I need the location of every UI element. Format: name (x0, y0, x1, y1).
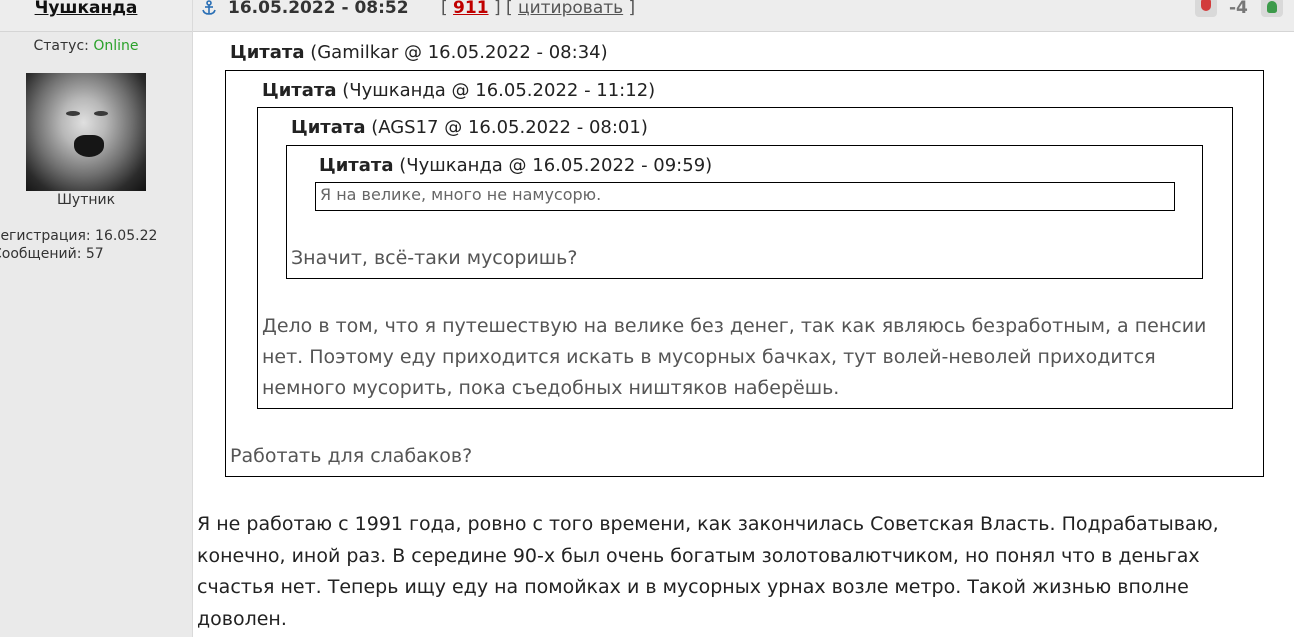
status-label: Статус: (33, 38, 94, 54)
bracket-open: [ (441, 0, 454, 18)
post-count: Сообщений: 57 (0, 246, 104, 262)
post-header: 16.05.2022 - 08:52 [ 911 ] [ цитировать … (193, 0, 1294, 32)
post-date: 16.05.2022 - 08:52 (228, 0, 409, 18)
bracket-mid: ] [ (488, 0, 519, 18)
quote-meta: (Чушканда @ 16.05.2022 - 09:59) (393, 155, 713, 176)
reputation-value: -4 (1229, 0, 1248, 18)
status-value: Online (93, 38, 139, 54)
quote-box: Я на велике, много не намусорю. (315, 182, 1175, 211)
quote-title: Цитата (Чушканда @ 16.05.2022 - 11:12) (262, 80, 655, 101)
quote-meta: (Gamilkar @ 16.05.2022 - 08:34) (304, 42, 608, 63)
quote-text: Значит, всё-таки мусоришь? (291, 247, 578, 269)
quote-label: Цитата (262, 80, 337, 101)
post-number-link[interactable]: 911 (453, 0, 489, 18)
quote-label: Цитата (230, 42, 305, 63)
quote-title: Цитата (Gamilkar @ 16.05.2022 - 08:34) (230, 42, 608, 63)
quote-text: Работать для слабаков? (230, 445, 473, 467)
quote-meta: (Чушканда @ 16.05.2022 - 11:12) (336, 80, 656, 101)
quote-label: Цитата (291, 117, 366, 138)
thumbs-down-icon[interactable] (1195, 0, 1217, 17)
author-name-link[interactable]: Чушканда (0, 0, 172, 18)
quote-title: Цитата (Чушканда @ 16.05.2022 - 09:59) (319, 155, 712, 176)
quote-meta: (AGS17 @ 16.05.2022 - 08:01) (365, 117, 648, 138)
quote-link[interactable]: цитировать (518, 0, 623, 18)
thumbs-up-icon[interactable] (1261, 0, 1283, 17)
quote-label: Цитата (319, 155, 394, 176)
author-sidebar: Чушканда Статус: Online Шутник Регистрац… (0, 0, 193, 637)
anchor-icon[interactable] (201, 0, 217, 16)
quote-text: Дело в том, что я путешествую на велике … (262, 315, 1207, 399)
quote-text: Я на велике, много не намусорю. (320, 185, 602, 204)
author-status: Статус: Online (0, 38, 172, 54)
bracket-close: ] (623, 0, 636, 18)
avatar (26, 73, 146, 191)
author-header-cell: Чушканда (0, 0, 192, 32)
quote-title: Цитата (AGS17 @ 16.05.2022 - 08:01) (291, 117, 648, 138)
user-rank: Шутник (56, 192, 116, 208)
post-links: [ 911 ] [ цитировать ] (441, 0, 635, 18)
registration-date: Регистрация: 16.05.22 (0, 228, 158, 244)
post-body: Я не работаю с 1991 года, ровно с того в… (197, 513, 1219, 630)
